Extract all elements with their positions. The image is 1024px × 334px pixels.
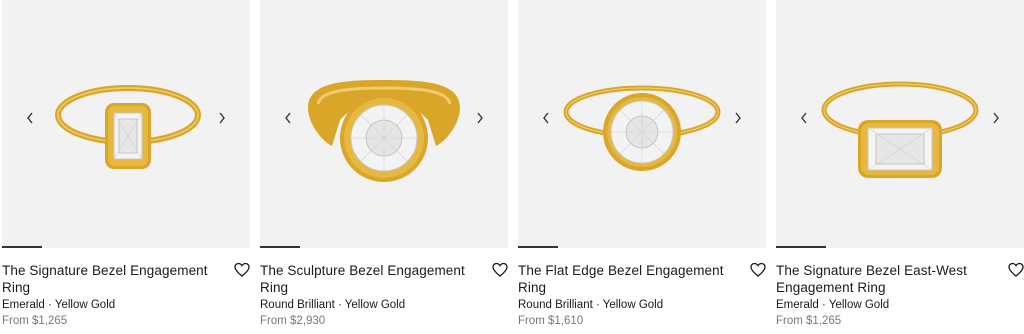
chevron-left-icon bbox=[543, 112, 549, 124]
prev-image-button[interactable] bbox=[796, 110, 812, 126]
product-image-carousel[interactable] bbox=[518, 0, 766, 248]
product-price: From $1,610 bbox=[518, 315, 584, 327]
ring-image[interactable] bbox=[2, 0, 250, 248]
product-info: The Sculpture Bezel Engagement Ring Roun… bbox=[260, 248, 508, 329]
heart-icon bbox=[492, 262, 508, 277]
product-info: The Flat Edge Bezel Engagement Ring Roun… bbox=[518, 248, 766, 329]
product-info: The Signature Bezel Engagement Ring Emer… bbox=[2, 248, 250, 329]
chevron-left-icon bbox=[285, 112, 291, 124]
heart-icon bbox=[234, 262, 250, 277]
product-card[interactable]: The Flat Edge Bezel Engagement Ring Roun… bbox=[518, 0, 766, 329]
ring-image[interactable] bbox=[260, 0, 508, 248]
product-detail: Round Brilliant · Yellow Gold bbox=[260, 299, 406, 311]
chevron-right-icon bbox=[219, 112, 225, 124]
ring-image[interactable] bbox=[518, 0, 766, 248]
product-title[interactable]: The Signature Bezel Engagement Ring bbox=[2, 262, 250, 296]
chevron-right-icon bbox=[993, 112, 999, 124]
ring-image[interactable] bbox=[776, 0, 1024, 248]
product-detail: Round Brilliant · Yellow Gold bbox=[518, 299, 664, 311]
product-card[interactable]: The Signature Bezel East-West Engagement… bbox=[776, 0, 1024, 329]
next-image-button[interactable] bbox=[730, 110, 746, 126]
product-price: From $1,265 bbox=[776, 315, 842, 327]
product-image-carousel[interactable] bbox=[2, 0, 250, 248]
next-image-button[interactable] bbox=[988, 110, 1004, 126]
heart-icon bbox=[750, 262, 766, 277]
product-card[interactable]: The Signature Bezel Engagement Ring Emer… bbox=[2, 0, 250, 329]
next-image-button[interactable] bbox=[472, 110, 488, 126]
product-title[interactable]: The Flat Edge Bezel Engagement Ring bbox=[518, 262, 766, 296]
wishlist-button[interactable] bbox=[1008, 262, 1024, 278]
wishlist-button[interactable] bbox=[750, 262, 766, 278]
product-detail: Emerald · Yellow Gold bbox=[2, 299, 116, 311]
wishlist-button[interactable] bbox=[234, 262, 250, 278]
chevron-left-icon bbox=[27, 112, 33, 124]
prev-image-button[interactable] bbox=[280, 110, 296, 126]
product-title[interactable]: The Sculpture Bezel Engagement Ring bbox=[260, 262, 508, 296]
product-price: From $2,930 bbox=[260, 315, 326, 327]
next-image-button[interactable] bbox=[214, 110, 230, 126]
chevron-left-icon bbox=[801, 112, 807, 124]
product-image-carousel[interactable] bbox=[260, 0, 508, 248]
prev-image-button[interactable] bbox=[538, 110, 554, 126]
product-card[interactable]: The Sculpture Bezel Engagement Ring Roun… bbox=[260, 0, 508, 329]
product-grid: The Signature Bezel Engagement Ring Emer… bbox=[0, 0, 1024, 334]
product-detail: Emerald · Yellow Gold bbox=[776, 299, 890, 311]
wishlist-button[interactable] bbox=[492, 262, 508, 278]
product-title[interactable]: The Signature Bezel East-West Engagement… bbox=[776, 262, 1024, 296]
chevron-right-icon bbox=[477, 112, 483, 124]
product-price: From $1,265 bbox=[2, 315, 68, 327]
chevron-right-icon bbox=[735, 112, 741, 124]
heart-icon bbox=[1008, 262, 1024, 277]
product-info: The Signature Bezel East-West Engagement… bbox=[776, 248, 1024, 329]
product-image-carousel[interactable] bbox=[776, 0, 1024, 248]
prev-image-button[interactable] bbox=[22, 110, 38, 126]
